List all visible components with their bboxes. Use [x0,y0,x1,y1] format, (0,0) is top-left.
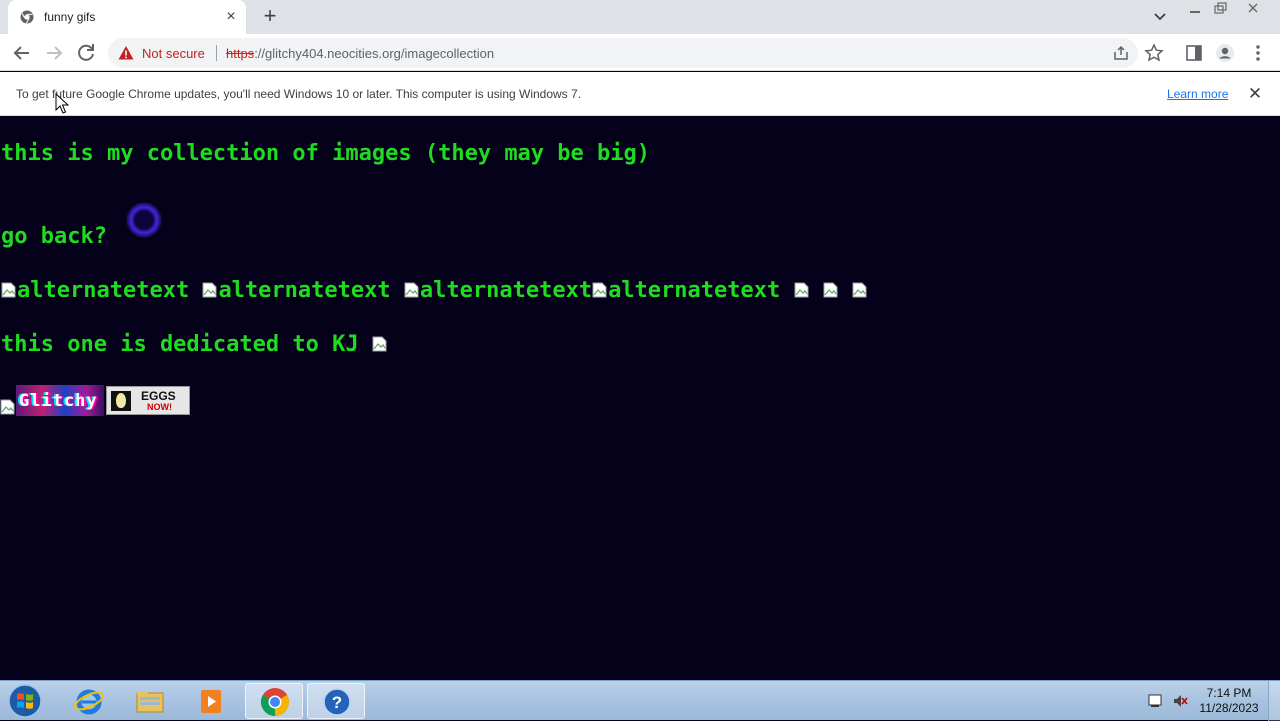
url-text[interactable]: https://glitchy404.neocities.org/imageco… [226,46,494,61]
eggs-badge-title: EGGS [141,389,176,403]
broken-image-icon[interactable] [404,282,419,298]
tab-title: funny gifs [44,10,96,24]
svg-text:?: ? [332,693,342,712]
chrome-favicon [20,10,34,24]
address-divider [216,45,217,61]
image-alt-text[interactable]: alternatetext [218,278,390,303]
action-center-flag-icon[interactable] [1147,693,1163,709]
url-rest: ://glitchy404.neocities.org/imagecollect… [254,46,495,61]
profile-icon[interactable] [1215,43,1235,63]
clock-date: 11/28/2023 [1199,701,1259,715]
glitchy-badge-text: Glitchy [19,391,98,411]
close-window-button[interactable] [1242,1,1264,17]
reload-icon[interactable] [74,41,98,65]
tab-funny-gifs[interactable]: funny gifs × [8,0,246,34]
star-icon[interactable] [1144,43,1164,63]
broken-image-icon[interactable] [0,399,15,415]
image-alt-text[interactable]: alternatetext [420,278,592,303]
broken-image-icon[interactable] [202,282,217,298]
system-clock[interactable]: 7:14 PM 11/28/2023 [1196,686,1262,716]
update-infobar: To get future Google Chrome updates, you… [0,72,1280,116]
media-player-icon [201,690,221,713]
taskbar-chrome[interactable] [245,683,303,719]
chrome-icon [261,688,289,716]
broken-image-icon[interactable] [592,282,607,298]
back-arrow-icon[interactable] [10,41,34,65]
clock-time: 7:14 PM [1206,686,1252,700]
image-alt-text[interactable]: alternatetext [608,278,780,303]
share-icon[interactable] [1112,44,1130,62]
broken-image-icon[interactable] [1,282,16,298]
broken-image-icon[interactable] [372,336,387,352]
taskbar-media-player[interactable] [182,683,240,719]
broken-image-icon[interactable] [823,282,838,298]
dedication-text: this one is dedicated to KJ [1,332,359,357]
glitchy-badge[interactable]: Glitchy [16,385,104,416]
help-icon: ? [323,688,351,716]
side-panel-icon[interactable] [1184,43,1204,63]
eggs-badge-subtitle: NOW! [147,402,172,412]
page-heading: this is my collection of images (they ma… [1,141,651,166]
url-scheme: https [226,46,255,61]
restore-button[interactable] [1209,1,1231,17]
tab-close-icon[interactable]: × [222,8,240,26]
forward-arrow-icon[interactable] [42,41,66,65]
page-content: this is my collection of images (they ma… [0,117,1280,680]
internet-explorer-icon [74,689,104,715]
more-vert-icon[interactable] [1248,43,1268,63]
address-bar[interactable]: Not secure https://glitchy404.neocities.… [108,38,1138,68]
windows-taskbar: ? 7:14 PM 11/28/2023 [0,680,1280,721]
eggs-now-badge[interactable]: EGGS NOW! [106,386,190,415]
windows-start-icon[interactable] [6,683,44,719]
image-row: alternatetext alternatetext alternatetex… [1,278,868,303]
go-back-link[interactable]: go back? [1,224,107,249]
taskbar-internet-explorer[interactable] [60,683,118,719]
file-explorer-icon [136,691,164,713]
warning-icon[interactable] [118,45,134,61]
browser-toolbar: Not secure https://glitchy404.neocities.… [0,34,1280,71]
egg-icon [111,391,131,411]
taskbar-help[interactable]: ? [307,683,365,719]
learn-more-link[interactable]: Learn more [1167,87,1228,101]
chevron-down-icon[interactable] [1150,8,1170,26]
new-tab-plus-icon[interactable]: + [258,5,282,29]
loading-cursor-ring [126,202,162,238]
infobar-message: To get future Google Chrome updates, you… [16,87,582,101]
broken-image-icon[interactable] [794,282,809,298]
show-desktop-button[interactable] [1268,681,1280,721]
mouse-pointer-icon [55,93,69,114]
broken-image-icon[interactable] [852,282,867,298]
tab-strip: funny gifs × + [0,0,1280,34]
image-alt-text[interactable]: alternatetext [17,278,189,303]
dedication-line: this one is dedicated to KJ [1,332,388,357]
volume-muted-icon[interactable] [1172,693,1188,709]
not-secure-label[interactable]: Not secure [142,46,205,61]
minimize-button[interactable] [1184,1,1206,17]
infobar-close-icon[interactable]: ✕ [1246,85,1264,103]
taskbar-file-explorer[interactable] [121,683,179,719]
